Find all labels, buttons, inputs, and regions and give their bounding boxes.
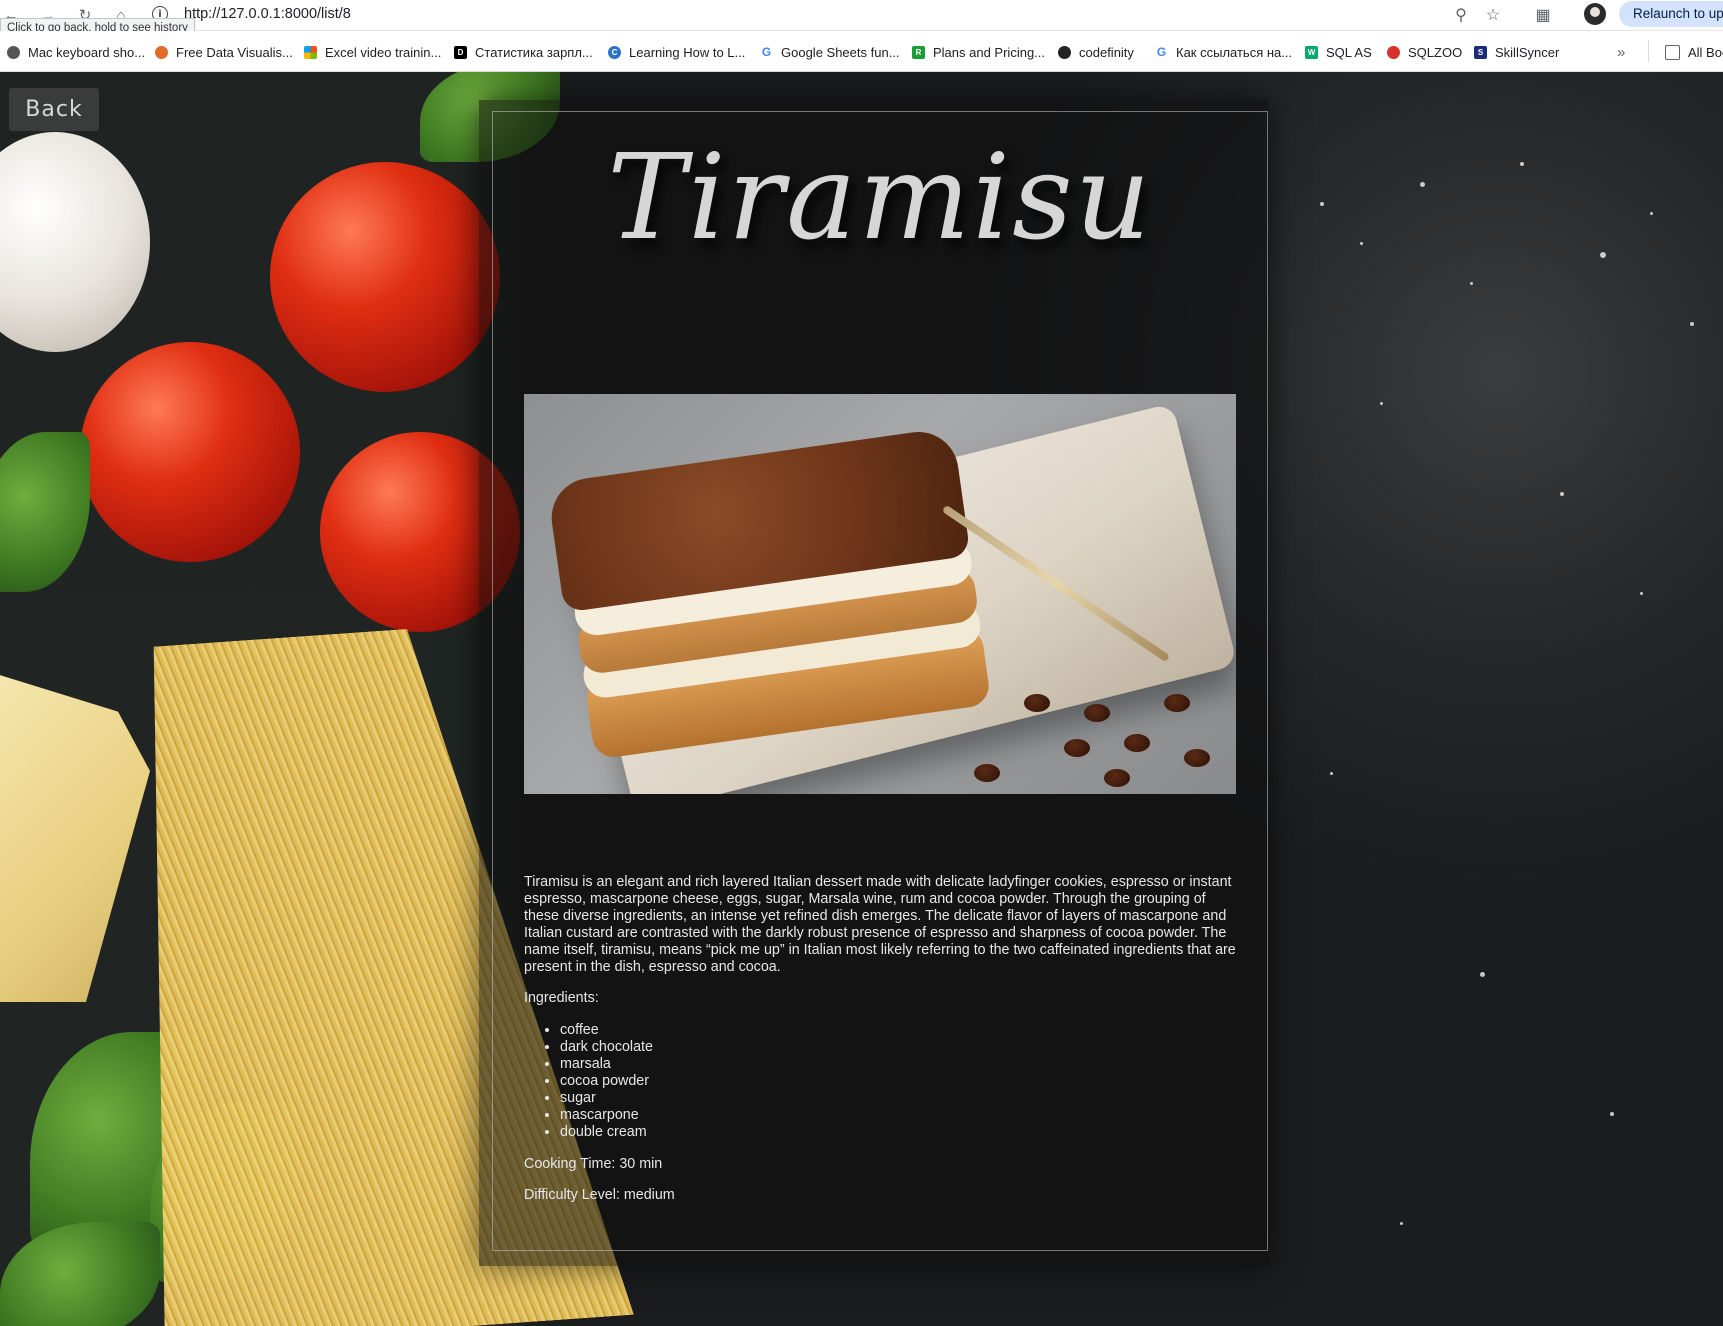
microsoft-icon <box>304 45 317 59</box>
ingredient-item: coffee <box>560 1022 653 1039</box>
ingredients-list: coffee dark chocolate marsala cocoa powd… <box>524 1022 653 1141</box>
google-icon: G <box>760 45 773 59</box>
ingredient-item: marsala <box>560 1056 653 1073</box>
folder-icon <box>1665 44 1680 60</box>
bookmark-item[interactable]: codefinity <box>1058 43 1134 61</box>
bookmark-item[interactable]: W SQL AS <box>1305 43 1372 61</box>
dou-icon: D <box>454 45 467 59</box>
google-icon: G <box>1155 45 1168 59</box>
cooking-time: Cooking Time: 30 min <box>524 1156 663 1172</box>
recipe-photo <box>524 394 1236 794</box>
relaunch-button[interactable]: Relaunch to up <box>1619 1 1723 27</box>
bookmarks-divider <box>1648 40 1649 62</box>
bookmark-item[interactable]: SQLZOO <box>1387 43 1462 61</box>
skillsyncer-icon: S <box>1474 45 1487 59</box>
browser-toolbar: ← → ↻ ⌂ i http://127.0.0.1:8000/list/8 ⚲… <box>0 0 1723 31</box>
sqlzoo-icon <box>1387 45 1400 59</box>
codefinity-icon <box>1058 45 1071 59</box>
coursera-icon: C <box>608 45 621 59</box>
ingredients-heading: Ingredients: <box>524 990 599 1006</box>
difficulty-level: Difficulty Level: medium <box>524 1187 675 1203</box>
ingredient-item: sugar <box>560 1090 653 1107</box>
w3-icon: W <box>1305 45 1318 59</box>
bookmark-star-icon[interactable]: ☆ <box>1481 4 1505 26</box>
bookmark-item[interactable]: C Learning How to L... <box>608 43 745 61</box>
bookmark-item[interactable]: S SkillSyncer <box>1474 43 1559 61</box>
plans-icon: R <box>912 45 925 59</box>
more-bookmarks-icon[interactable]: » <box>1617 43 1625 61</box>
bookmarks-bar: Mac keyboard sho... Free Data Visualis..… <box>0 31 1723 72</box>
profile-avatar[interactable] <box>1584 3 1606 25</box>
ingredient-item: dark chocolate <box>560 1039 653 1056</box>
bookmark-item[interactable]: D Статистика зарпл... <box>454 43 593 61</box>
back-button[interactable]: Back <box>9 88 99 131</box>
bookmark-item[interactable]: R Plans and Pricing... <box>912 43 1045 61</box>
datawrapper-icon <box>155 45 168 59</box>
ingredient-item: double cream <box>560 1124 653 1141</box>
bookmark-item[interactable]: G Как ссылаться на... <box>1155 43 1292 61</box>
recipe-description: Tiramisu is an elegant and rich layered … <box>524 874 1236 975</box>
ingredient-item: mascarpone <box>560 1107 653 1124</box>
zoom-icon[interactable]: ⚲ <box>1449 4 1473 26</box>
tomato-decoration <box>270 162 500 392</box>
address-bar[interactable]: http://127.0.0.1:8000/list/8 <box>184 6 351 22</box>
ingredient-item: cocoa powder <box>560 1073 653 1090</box>
extensions-icon[interactable]: ▦ <box>1531 4 1555 26</box>
bookmark-item[interactable]: Free Data Visualis... <box>155 43 293 61</box>
bookmark-item[interactable]: Mac keyboard sho... <box>7 43 145 61</box>
tiramisu-slice <box>546 426 992 761</box>
tomato-decoration <box>80 342 300 562</box>
all-bookmarks-folder[interactable]: All Boo <box>1665 43 1723 61</box>
apple-icon <box>7 45 20 59</box>
bookmark-item[interactable]: Excel video trainin... <box>304 43 441 61</box>
recipe-title: Tiramisu <box>607 128 1153 266</box>
bookmark-item[interactable]: G Google Sheets fun... <box>760 43 900 61</box>
